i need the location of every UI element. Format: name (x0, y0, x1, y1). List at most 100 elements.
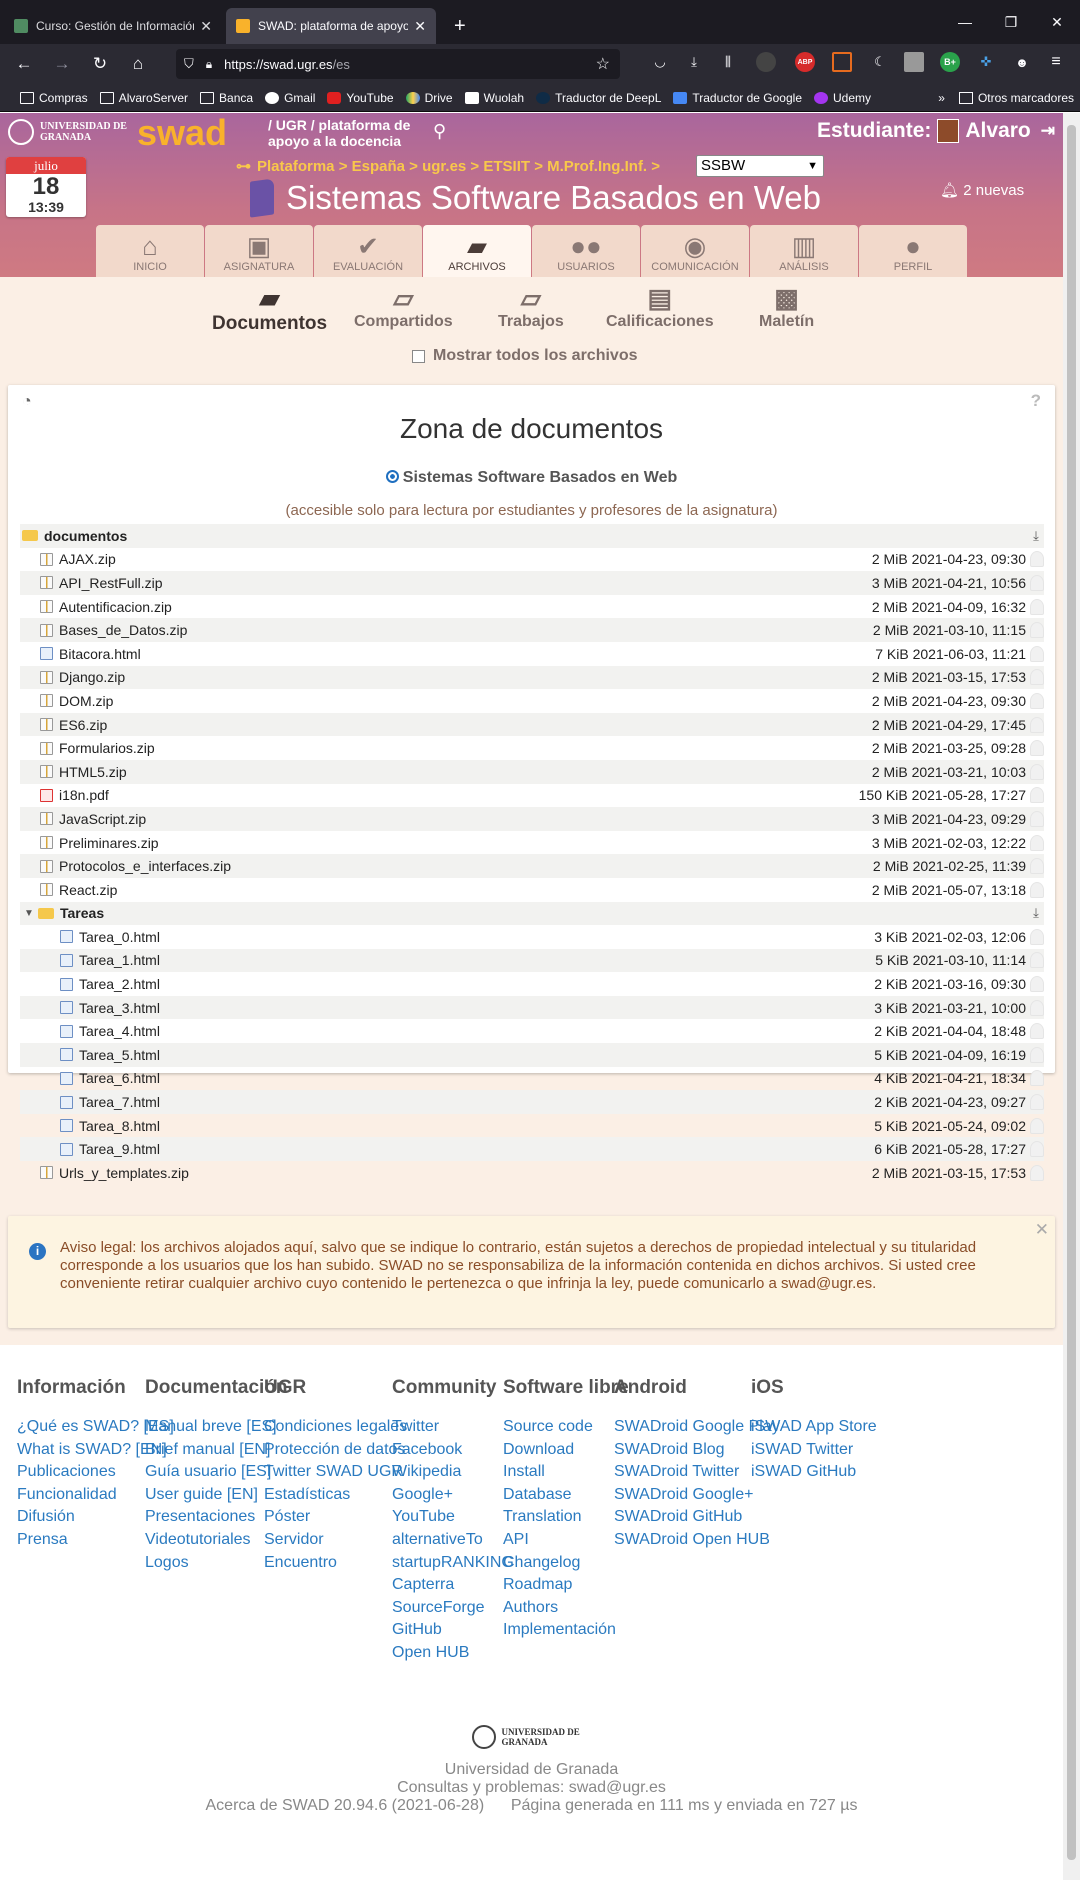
pie-chart-icon[interactable]: ◔ (22, 393, 32, 411)
file-name[interactable]: AJAX.zip (59, 551, 872, 567)
file-row[interactable]: Tarea_3.html 3 KiB 2021-03-21, 10:00 (20, 995, 1044, 1020)
download-icon[interactable]: ⤓ (1028, 905, 1044, 921)
footer-link[interactable]: Protección de datos (264, 1439, 407, 1462)
pocket-icon[interactable]: ◡ (650, 52, 670, 72)
url-bar[interactable]: ⛉ 🔒︎ https://swad.ugr.es/es ☆ (176, 49, 620, 79)
forward-icon[interactable]: → (44, 48, 80, 80)
footer-link[interactable]: YouTube (392, 1506, 514, 1529)
tab-perfil[interactable]: ● PERFIL (859, 225, 967, 277)
close-tab-icon[interactable]: ✕ (200, 18, 212, 35)
footer-link[interactable]: Servidor (264, 1529, 407, 1552)
file-name[interactable]: Autentificacion.zip (59, 599, 872, 615)
file-row[interactable]: Preliminares.zip 3 MiB 2021-02-03, 12:22 (20, 831, 1044, 855)
file-row[interactable]: Tarea_6.html 4 KiB 2021-04-21, 18:34 (20, 1067, 1044, 1091)
file-name[interactable]: Urls_y_templates.zip (59, 1165, 872, 1181)
footer-link[interactable]: Condiciones legales (264, 1416, 407, 1439)
file-name[interactable]: Formularios.zip (59, 740, 872, 756)
show-all-checkbox[interactable] (412, 349, 425, 363)
show-all-files[interactable]: Mostrar todos los archivos (412, 347, 638, 365)
minimize-icon[interactable]: — (942, 0, 988, 44)
menu-icon[interactable]: ≡ (1046, 52, 1066, 72)
bookmark-wuolah[interactable]: Wuolah (464, 91, 524, 105)
footer-link[interactable]: alternativeTo (392, 1529, 514, 1552)
browser-tab-swad[interactable]: SWAD: plataforma de apoyo a la docencia … (226, 8, 436, 44)
footer-link[interactable]: SourceForge (392, 1597, 514, 1620)
publisher-avatar[interactable] (1030, 952, 1044, 969)
file-name[interactable]: Django.zip (59, 669, 872, 685)
file-row[interactable]: DOM.zip 2 MiB 2021-04-23, 09:30 (20, 689, 1044, 713)
bookmark-compras[interactable]: Compras (20, 91, 88, 105)
bookmark-drive[interactable]: Drive (405, 91, 453, 105)
footer-link[interactable]: Twitter SWAD UGR (264, 1461, 407, 1484)
footer-link[interactable]: Database (503, 1484, 629, 1507)
dark-reader-icon[interactable]: ☾ (870, 52, 890, 72)
scrollbar[interactable] (1063, 113, 1080, 1880)
file-row[interactable]: Tarea_2.html 2 KiB 2021-03-16, 09:30 (20, 972, 1044, 996)
bookmark-google-translate[interactable]: Traductor de Google (673, 91, 802, 105)
file-row[interactable]: Autentificacion.zip 2 MiB 2021-04-09, 16:… (20, 595, 1044, 619)
footer-link[interactable]: Póster (264, 1506, 407, 1529)
caret-down-icon[interactable]: ▼ (24, 908, 34, 919)
file-row[interactable]: Tarea_7.html 2 KiB 2021-04-23, 09:27 (20, 1090, 1044, 1114)
color-picker-icon[interactable] (832, 52, 852, 72)
file-row[interactable]: Urls_y_templates.zip 2 MiB 2021-03-15, 17… (20, 1161, 1044, 1185)
publisher-avatar[interactable] (1030, 928, 1044, 945)
footer-link[interactable]: Roadmap (503, 1574, 629, 1597)
avatar[interactable] (937, 119, 960, 143)
footer-link[interactable]: startupRANKING (392, 1552, 514, 1575)
footer-link[interactable]: GitHub (392, 1619, 514, 1642)
bookmark-deepl[interactable]: Traductor de DeepL (536, 91, 661, 105)
tab-comunicacion[interactable]: ◉ COMUNICACIÓN (641, 225, 749, 277)
file-row[interactable]: JavaScript.zip 3 MiB 2021-04-23, 09:29 (20, 807, 1044, 831)
file-row[interactable]: ES6.zip 2 MiB 2021-04-29, 17:45 (20, 712, 1044, 737)
adblock-icon[interactable]: ABP (795, 52, 815, 72)
file-name[interactable]: Tarea_2.html (79, 976, 874, 992)
file-row[interactable]: Tarea_8.html 5 KiB 2021-05-24, 09:02 (20, 1114, 1044, 1138)
tab-inicio[interactable]: ⌂ INICIO (96, 225, 204, 277)
subtab-trabajos[interactable]: ▱ Trabajos (498, 283, 564, 331)
close-tab-icon[interactable]: ✕ (414, 18, 426, 35)
user-info[interactable]: Estudiante: Alvaro ⇥ (817, 119, 1055, 143)
folder-row[interactable]: documentos ⤓ (20, 524, 1044, 548)
folder-row[interactable]: ▼ Tareas ⤓ (20, 901, 1044, 926)
addon-icon[interactable]: ✜ (976, 52, 996, 72)
new-tab-icon[interactable]: + (454, 15, 466, 38)
footer-link[interactable]: iSWAD Twitter (751, 1439, 877, 1462)
other-bookmarks[interactable]: Otros marcadores (978, 91, 1074, 105)
publisher-avatar[interactable] (1030, 740, 1044, 757)
bookmark-youtube[interactable]: YouTube (327, 91, 394, 105)
footer-link[interactable]: API (503, 1529, 629, 1552)
file-name[interactable]: Tarea_0.html (79, 929, 874, 945)
file-row[interactable]: i18n.pdf 150 KiB 2021-05-28, 17:27 (20, 784, 1044, 808)
tab-asignatura[interactable]: ▣ ASIGNATURA (205, 225, 313, 277)
publisher-avatar[interactable] (1030, 669, 1044, 686)
file-row[interactable]: Tarea_5.html 5 KiB 2021-04-09, 16:19 (20, 1043, 1044, 1067)
search-icon[interactable]: ⚲ (433, 121, 446, 142)
file-row[interactable]: Bitacora.html 7 KiB 2021-06-03, 11:21 (20, 642, 1044, 666)
logout-icon[interactable]: ⇥ (1041, 121, 1055, 141)
publisher-avatar[interactable] (1030, 574, 1044, 591)
subtab-compartidos[interactable]: ▱ Compartidos (354, 283, 453, 331)
screenshot-icon[interactable] (904, 52, 924, 72)
course-select[interactable]: SSBW ▼ (696, 155, 824, 177)
publisher-avatar[interactable] (1030, 1070, 1044, 1087)
publisher-avatar[interactable] (1030, 598, 1044, 615)
ugr-footer-logo[interactable]: UNIVERSIDAD DE GRANADA (471, 1725, 592, 1749)
footer-link[interactable]: Google+ (392, 1484, 514, 1507)
shield-icon[interactable]: ⛉ (184, 56, 194, 72)
close-window-icon[interactable]: ✕ (1034, 0, 1080, 44)
publisher-avatar[interactable] (1030, 787, 1044, 804)
file-row[interactable]: Bases_de_Datos.zip 2 MiB 2021-03-10, 11:1… (20, 618, 1044, 642)
bookmark-udemy[interactable]: Udemy (814, 91, 871, 105)
publisher-avatar[interactable] (1030, 881, 1044, 898)
reload-icon[interactable]: ↻ (82, 48, 118, 80)
publisher-avatar[interactable] (1030, 810, 1044, 827)
home-icon[interactable]: ⌂ (120, 48, 156, 80)
publisher-avatar[interactable] (1030, 1141, 1044, 1158)
radio-selected-icon[interactable] (385, 470, 399, 483)
file-name[interactable]: i18n.pdf (59, 787, 859, 803)
download-icon[interactable]: ⤓ (1028, 528, 1044, 544)
file-name[interactable]: React.zip (59, 882, 872, 898)
footer-link[interactable]: Install (503, 1461, 629, 1484)
file-name[interactable]: Tarea_6.html (79, 1070, 874, 1086)
